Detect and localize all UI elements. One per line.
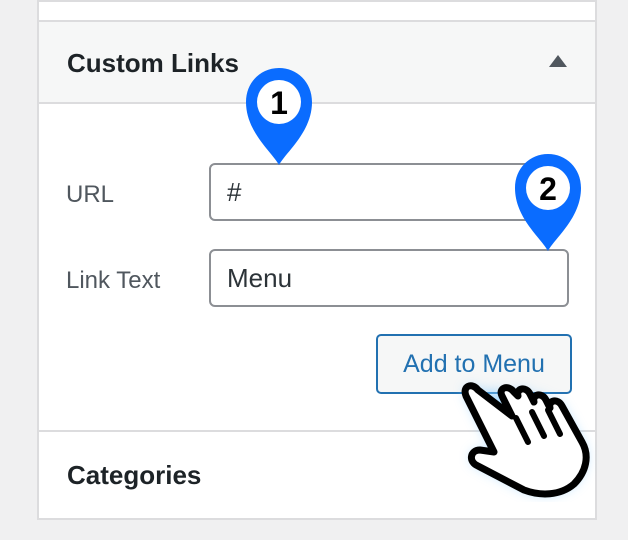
custom-links-header[interactable]: Custom Links	[39, 20, 595, 104]
hand-pointer-icon	[461, 382, 590, 498]
map-pin-icon: 1	[246, 68, 312, 165]
link-text-input[interactable]	[209, 249, 569, 307]
triangle-up-icon[interactable]	[549, 55, 567, 67]
url-label: URL	[66, 181, 115, 208]
map-pin-icon: 2	[515, 154, 581, 251]
top-section-divider	[39, 0, 595, 2]
marker-1-label: 1	[270, 85, 288, 121]
link-text-label: Link Text	[66, 267, 161, 294]
categories-title: Categories	[67, 460, 202, 490]
custom-links-title: Custom Links	[67, 48, 239, 78]
marker-2-label: 2	[539, 171, 557, 207]
